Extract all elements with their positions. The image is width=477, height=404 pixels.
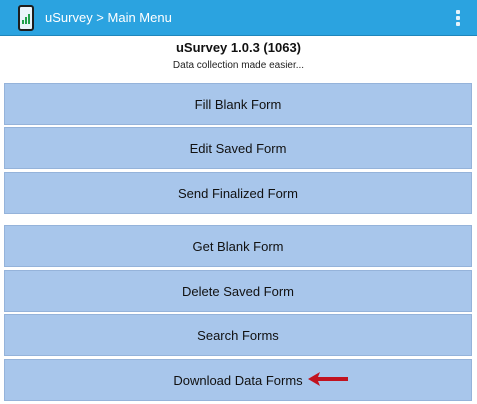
app-phone-chart-icon[interactable] [18,5,34,31]
download-data-forms-button[interactable]: Download Data Forms [4,359,472,401]
send-finalized-form-button[interactable]: Send Finalized Form [4,172,472,214]
header: uSurvey 1.0.3 (1063) Data collection mad… [0,40,477,72]
app-subtitle: Data collection made easier... [172,60,305,71]
app-bar: uSurvey > Main Menu [0,0,477,36]
vertical-dots-icon[interactable] [453,10,463,26]
annotation-arrow-icon [308,372,348,386]
fill-blank-form-button[interactable]: Fill Blank Form [4,83,472,125]
edit-saved-form-button[interactable]: Edit Saved Form [4,127,472,169]
search-forms-button[interactable]: Search Forms [4,314,472,356]
app-title: uSurvey > Main Menu [45,10,172,25]
delete-saved-form-button[interactable]: Delete Saved Form [4,270,472,312]
app-version-title: uSurvey 1.0.3 (1063) [175,40,302,55]
get-blank-form-button[interactable]: Get Blank Form [4,225,472,267]
